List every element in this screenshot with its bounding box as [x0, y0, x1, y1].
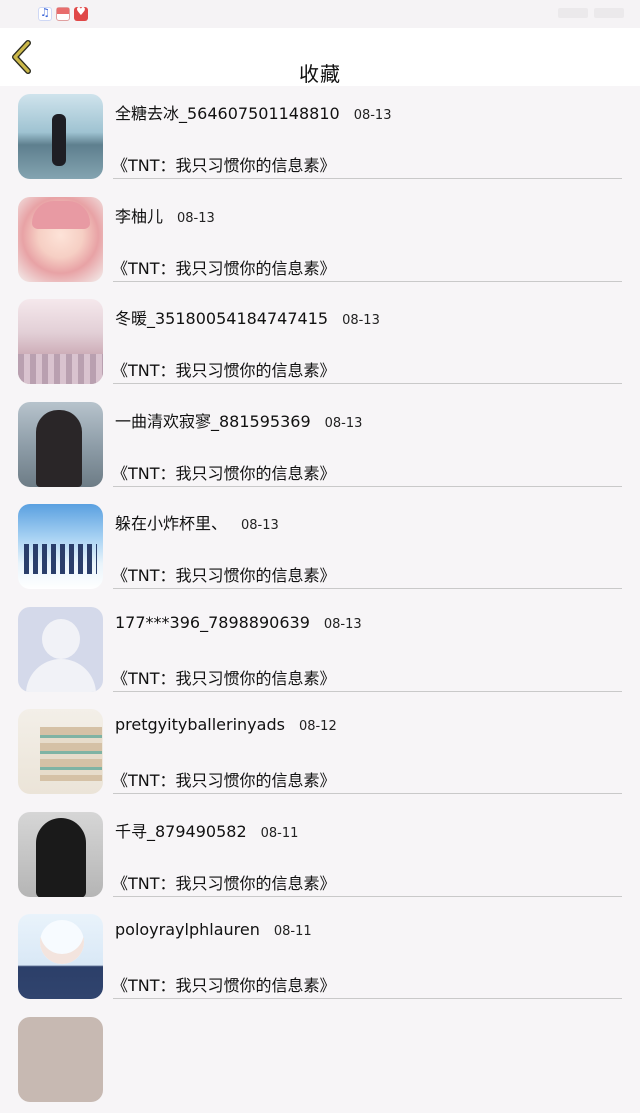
user-name: 一曲清欢寂寥_88159536908-13 — [115, 408, 362, 432]
user-name: 冬暖_3518005418474741508-13 — [115, 305, 380, 329]
divider — [113, 896, 622, 897]
date: 08-13 — [342, 313, 380, 328]
list-item[interactable]: 一曲清欢寂寥_88159536908-13 《TNT：我只习惯你的信息素》 — [0, 396, 640, 499]
user-name: 躲在小炸杯里、08-13 — [115, 510, 279, 534]
mail-app-icon — [56, 7, 70, 21]
avatar[interactable] — [18, 914, 103, 999]
user-name: pretgyityballerinyads08-12 — [115, 715, 337, 734]
book-title[interactable]: 《TNT：我只习惯你的信息素》 — [112, 460, 336, 484]
divider — [113, 486, 622, 487]
book-title[interactable]: 《TNT：我只习惯你的信息素》 — [112, 665, 336, 689]
book-title[interactable]: 《TNT：我只习惯你的信息素》 — [112, 152, 336, 176]
user-name: 千寻_87949058208-11 — [115, 818, 298, 842]
list-item-partial[interactable] — [0, 1011, 640, 1113]
date: 08-13 — [324, 617, 362, 632]
book-title[interactable]: 《TNT：我只习惯你的信息素》 — [112, 255, 336, 279]
date: 08-11 — [274, 924, 312, 939]
list-item[interactable]: 李柚儿08-13 《TNT：我只习惯你的信息素》 — [0, 191, 640, 294]
divider — [113, 998, 622, 999]
favorites-list: 全糖去冰_56460750114881008-13 《TNT：我只习惯你的信息素… — [0, 88, 640, 1113]
status-right-area — [558, 8, 624, 18]
user-name: 李柚儿08-13 — [115, 203, 215, 227]
date: 08-13 — [177, 211, 215, 226]
date: 08-11 — [261, 826, 299, 841]
date: 08-13 — [354, 108, 392, 123]
book-title[interactable]: 《TNT：我只习惯你的信息素》 — [112, 767, 336, 791]
status-indicator — [558, 8, 588, 18]
divider — [113, 178, 622, 179]
date: 08-12 — [299, 719, 337, 734]
list-item[interactable]: pretgyityballerinyads08-12 《TNT：我只习惯你的信息… — [0, 703, 640, 806]
page-title: 收藏 — [0, 58, 640, 87]
book-title[interactable]: 《TNT：我只习惯你的信息素》 — [112, 870, 336, 894]
list-item[interactable]: 冬暖_3518005418474741508-13 《TNT：我只习惯你的信息素… — [0, 293, 640, 396]
divider — [113, 691, 622, 692]
book-title[interactable]: 《TNT：我只习惯你的信息素》 — [112, 562, 336, 586]
music-app-icon — [38, 7, 52, 21]
avatar[interactable] — [18, 1017, 103, 1102]
list-item[interactable]: 千寻_87949058208-11 《TNT：我只习惯你的信息素》 — [0, 806, 640, 909]
divider — [113, 793, 622, 794]
header: 收藏 — [0, 28, 640, 86]
divider — [113, 383, 622, 384]
status-indicator — [594, 8, 624, 18]
avatar[interactable] — [18, 709, 103, 794]
book-title[interactable]: 《TNT：我只习惯你的信息素》 — [112, 357, 336, 381]
book-title[interactable]: 《TNT：我只习惯你的信息素》 — [112, 972, 336, 996]
date: 08-13 — [325, 416, 363, 431]
avatar[interactable] — [18, 812, 103, 897]
avatar[interactable] — [18, 94, 103, 179]
divider — [113, 588, 622, 589]
avatar[interactable] — [18, 197, 103, 282]
avatar[interactable] — [18, 504, 103, 589]
list-item[interactable]: 177***396_789889063908-13 《TNT：我只习惯你的信息素… — [0, 601, 640, 704]
list-item[interactable]: poloyraylphlauren08-11 《TNT：我只习惯你的信息素》 — [0, 908, 640, 1011]
heart-app-icon — [74, 7, 88, 21]
avatar[interactable] — [18, 299, 103, 384]
list-item[interactable]: 全糖去冰_56460750114881008-13 《TNT：我只习惯你的信息素… — [0, 88, 640, 191]
avatar[interactable] — [18, 607, 103, 692]
status-bar — [0, 0, 640, 28]
notification-icons — [38, 7, 88, 21]
avatar[interactable] — [18, 402, 103, 487]
list-item[interactable]: 躲在小炸杯里、08-13 《TNT：我只习惯你的信息素》 — [0, 498, 640, 601]
user-name: 177***396_789889063908-13 — [115, 613, 362, 632]
user-name: 全糖去冰_56460750114881008-13 — [115, 100, 391, 124]
user-name: poloyraylphlauren08-11 — [115, 920, 312, 939]
divider — [113, 281, 622, 282]
date: 08-13 — [241, 518, 279, 533]
